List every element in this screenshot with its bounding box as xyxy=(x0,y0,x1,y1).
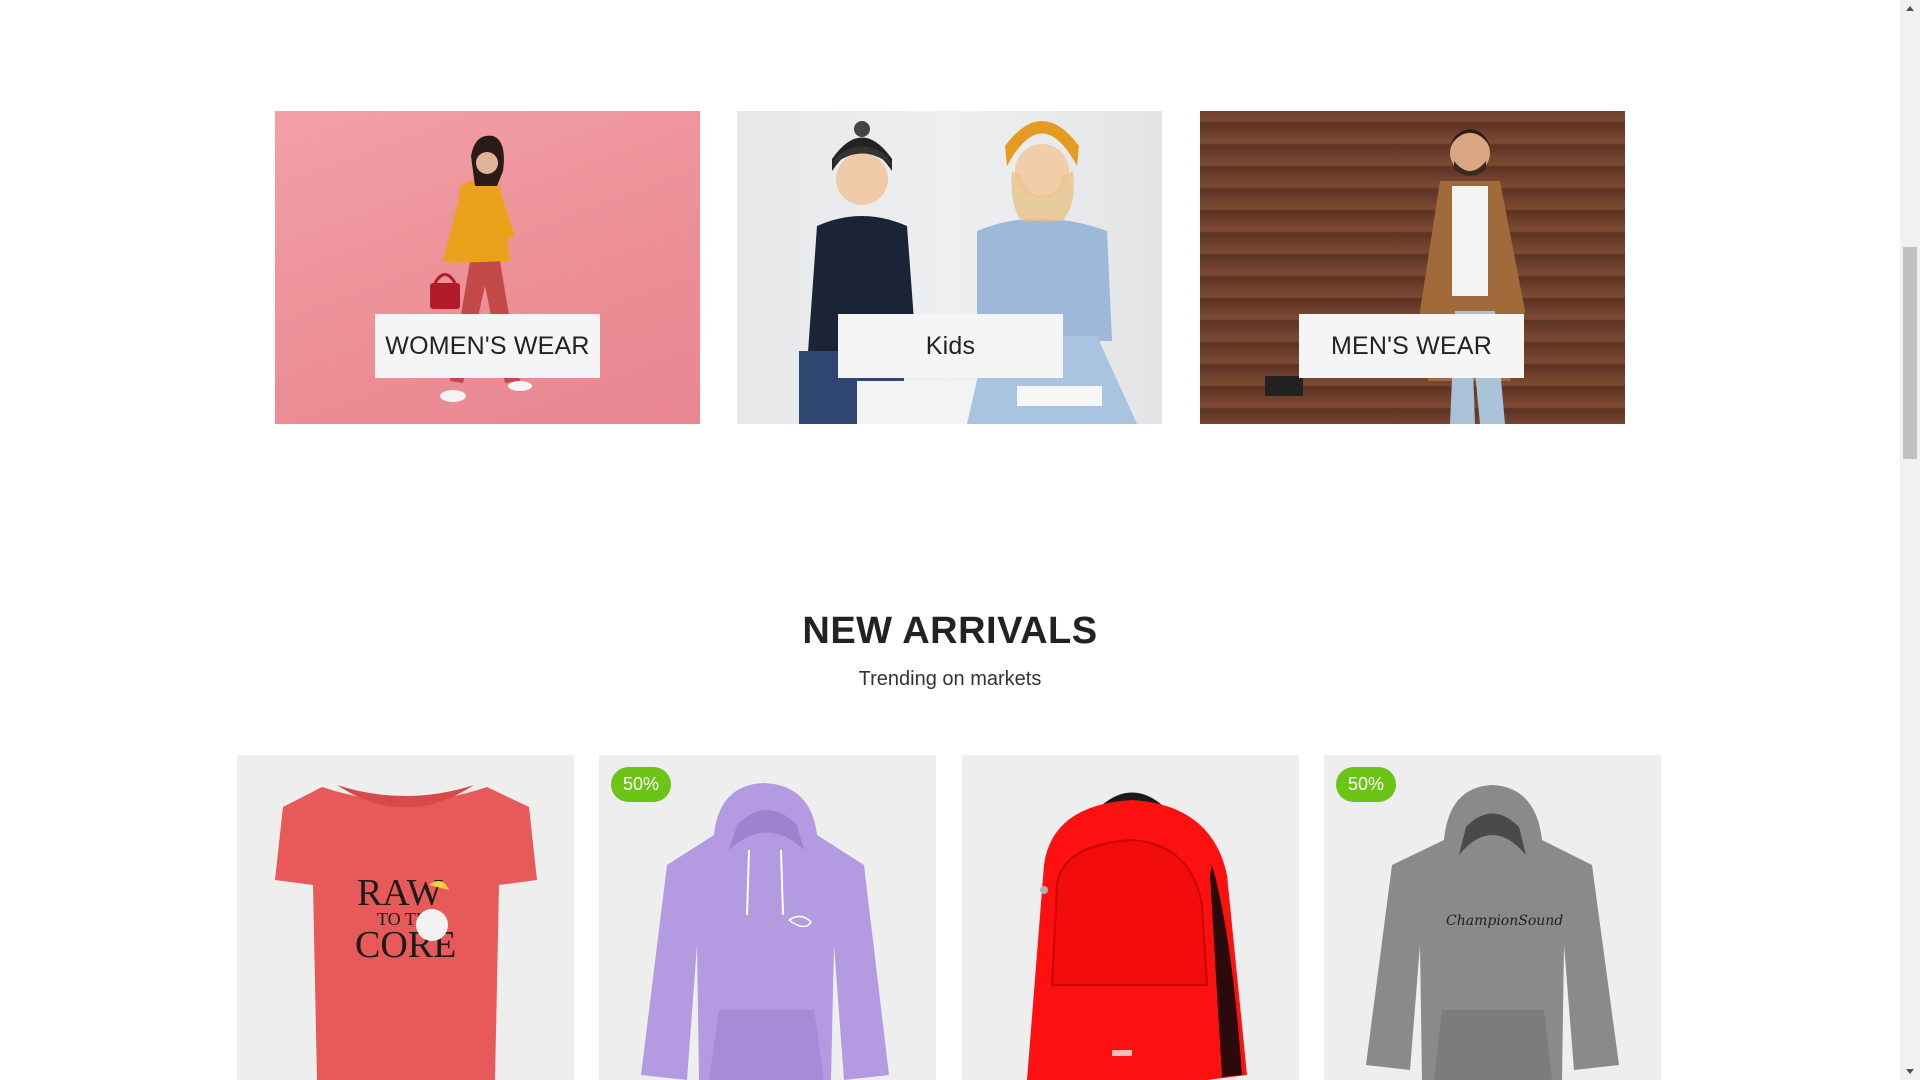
scrollbar-thumb[interactable] xyxy=(1903,247,1917,459)
category-kids-label: Kids xyxy=(838,314,1063,378)
category-women-label: WOMEN'S WEAR xyxy=(375,314,600,378)
section-subtitle: Trending on markets xyxy=(858,668,1042,690)
discount-badge: 50% xyxy=(1336,767,1397,802)
category-kids[interactable]: Kids xyxy=(737,111,1162,424)
product-card[interactable] xyxy=(962,755,1299,1080)
scroll-up-button[interactable] xyxy=(1900,0,1920,17)
arrow-down-icon xyxy=(1906,1069,1914,1074)
product-card[interactable]: ChampionSound 50% xyxy=(1324,755,1661,1080)
product-image-purple-hoodie xyxy=(641,783,889,1080)
tshirt-print-line1: RAW xyxy=(357,872,443,914)
product-image-red-backpack xyxy=(1027,792,1247,1080)
product-image-grey-hoodie: ChampionSound xyxy=(1366,785,1619,1080)
hoodie-print: ChampionSound xyxy=(1446,913,1563,929)
product-image-tshirt: RAW TO THE CORE xyxy=(275,785,537,1080)
scroll-down-button[interactable] xyxy=(1900,1063,1920,1080)
category-men-label: MEN'S WEAR xyxy=(1299,314,1524,378)
vertical-scrollbar[interactable] xyxy=(1900,0,1920,1080)
category-men[interactable]: MEN'S WEAR xyxy=(1200,111,1625,424)
product-card[interactable]: RAW TO THE CORE xyxy=(237,755,574,1080)
section-title: NEW ARRIVALS xyxy=(802,610,1098,652)
page: WOMEN'S WEAR Kids MEN'S WEAR NEW ARRIVAL… xyxy=(0,0,1900,1080)
category-women[interactable]: WOMEN'S WEAR xyxy=(275,111,700,424)
discount-badge: 50% xyxy=(611,767,672,802)
product-card[interactable]: 50% xyxy=(599,755,936,1080)
arrow-up-icon xyxy=(1906,6,1914,11)
